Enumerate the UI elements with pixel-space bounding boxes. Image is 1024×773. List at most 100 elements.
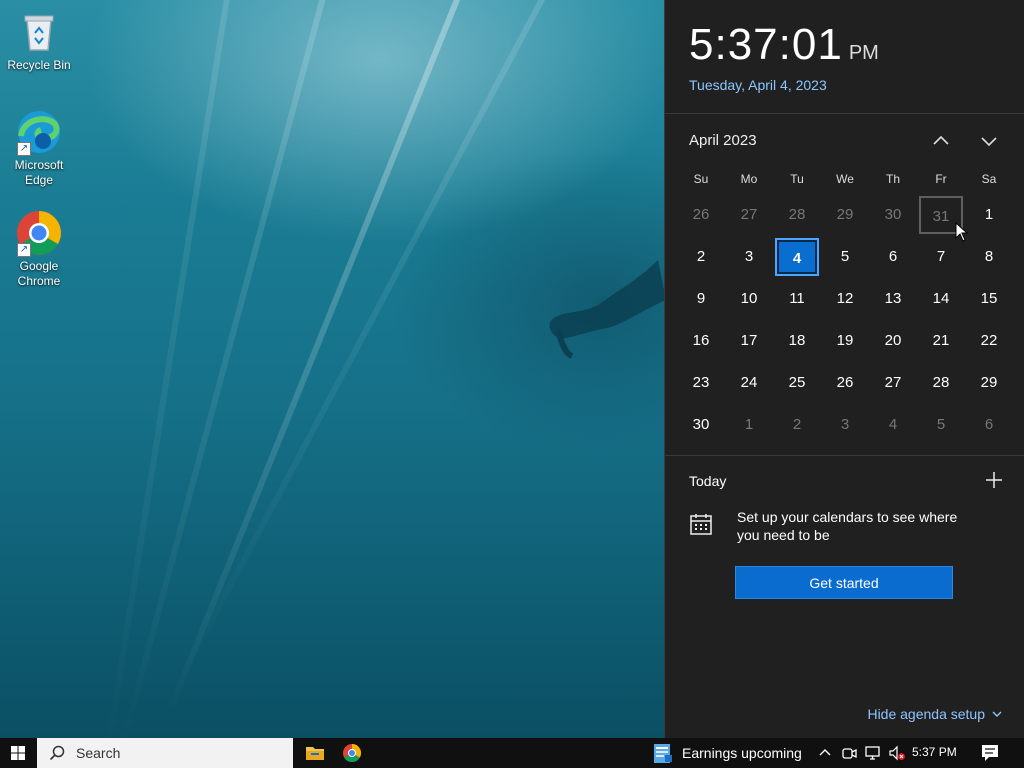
start-button[interactable] bbox=[0, 738, 36, 768]
clock-date[interactable]: Tuesday, April 4, 2023 bbox=[689, 77, 827, 93]
calendar-day[interactable]: 29 bbox=[967, 364, 1011, 402]
calendar-day[interactable]: 26 bbox=[823, 364, 867, 402]
calendar-day[interactable]: 6 bbox=[967, 406, 1011, 444]
calendar-day[interactable]: 8 bbox=[967, 238, 1011, 276]
calendar-day[interactable]: 2 bbox=[775, 406, 819, 444]
clock-time: 5:37:01 bbox=[689, 20, 843, 69]
calendar-day[interactable]: 28 bbox=[775, 196, 819, 234]
shortcut-arrow-icon: ↗ bbox=[17, 243, 31, 257]
clock: 5:37:01 PM Tuesday, April 4, 2023 bbox=[689, 20, 879, 93]
volume-button[interactable] bbox=[888, 744, 906, 762]
calendar-day[interactable]: 17 bbox=[727, 322, 771, 360]
weekday-label: Th bbox=[885, 172, 900, 186]
calendar-day[interactable]: 7 bbox=[919, 238, 963, 276]
calendar-day[interactable]: 23 bbox=[679, 364, 723, 402]
clock-ampm: PM bbox=[848, 42, 879, 64]
calendar-day[interactable]: 3 bbox=[727, 238, 771, 276]
notification-icon bbox=[982, 745, 998, 761]
weekday-label: Mo bbox=[740, 172, 758, 186]
chrome-label: Google Chrome bbox=[17, 259, 61, 288]
calendar-day[interactable]: 29 bbox=[823, 196, 867, 234]
month-label[interactable]: April 2023 bbox=[689, 132, 757, 149]
divider bbox=[665, 113, 1024, 114]
calendar-icon bbox=[689, 512, 713, 536]
network-button[interactable] bbox=[864, 744, 882, 762]
taskbar: Search Earnings upcoming 5:37 PM bbox=[0, 738, 1024, 768]
recycle-bin-icon bbox=[15, 8, 63, 56]
folder-icon bbox=[306, 747, 324, 760]
calendar-day[interactable]: 27 bbox=[871, 364, 915, 402]
show-hidden-icons-button[interactable] bbox=[816, 744, 834, 762]
hide-agenda-setup-link[interactable]: Hide agenda setup bbox=[867, 706, 1003, 723]
meet-now-icon bbox=[842, 748, 857, 759]
chevron-down-icon bbox=[981, 137, 997, 147]
calendar-day[interactable]: 19 bbox=[823, 322, 867, 360]
calendar-day[interactable]: 24 bbox=[727, 364, 771, 402]
edge-label: Microsoft Edge bbox=[14, 158, 64, 187]
hide-agenda-label: Hide agenda setup bbox=[867, 706, 985, 722]
calendar-day[interactable]: 10 bbox=[727, 280, 771, 318]
plus-icon bbox=[986, 472, 1002, 488]
calendar-day[interactable]: 3 bbox=[823, 406, 867, 444]
taskbar-search-box[interactable]: Search bbox=[37, 738, 293, 768]
calendar-day[interactable]: 11 bbox=[775, 280, 819, 318]
calendar-day[interactable]: 27 bbox=[727, 196, 771, 234]
get-started-button[interactable]: Get started bbox=[735, 566, 953, 599]
calendar-day[interactable]: 15 bbox=[967, 280, 1011, 318]
search-icon bbox=[49, 745, 65, 761]
windows-logo-icon bbox=[11, 746, 25, 760]
weekday-label: Fr bbox=[935, 172, 947, 186]
calendar-day[interactable]: 26 bbox=[679, 196, 723, 234]
desktop-icon-recycle-bin[interactable]: Recycle Bin bbox=[2, 8, 76, 73]
meet-now-button[interactable] bbox=[840, 744, 858, 762]
weekday-label: We bbox=[836, 172, 854, 186]
calendar-day[interactable]: 1 bbox=[727, 406, 771, 444]
file-explorer-taskbar-button[interactable] bbox=[303, 741, 327, 765]
action-center-button[interactable] bbox=[978, 743, 1002, 763]
calendar-day[interactable]: 20 bbox=[871, 322, 915, 360]
calendar-flyout: 5:37:01 PM Tuesday, April 4, 2023 April 2… bbox=[664, 0, 1024, 738]
stock-chart-icon bbox=[654, 744, 672, 763]
calendar-day[interactable]: 16 bbox=[679, 322, 723, 360]
calendar-day[interactable]: 30 bbox=[679, 406, 723, 444]
light-ray bbox=[175, 0, 566, 686]
weekday-label: Tu bbox=[790, 172, 804, 186]
calendar-day[interactable]: 18 bbox=[775, 322, 819, 360]
add-event-button[interactable] bbox=[983, 469, 1005, 491]
chevron-down-icon bbox=[991, 707, 1003, 723]
weekday-label: Sa bbox=[981, 172, 997, 186]
desktop-icon-edge[interactable]: ↗ Microsoft Edge bbox=[2, 108, 76, 188]
search-placeholder: Search bbox=[76, 745, 121, 761]
calendar-day[interactable]: 22 bbox=[967, 322, 1011, 360]
calendar-day[interactable]: 25 bbox=[775, 364, 819, 402]
calendar-day[interactable]: 6 bbox=[871, 238, 915, 276]
calendar-day[interactable]: 21 bbox=[919, 322, 963, 360]
calendar-day[interactable]: 30 bbox=[871, 196, 915, 234]
calendar-day[interactable]: 28 bbox=[919, 364, 963, 402]
calendar-day[interactable]: 5 bbox=[919, 406, 963, 444]
calendar-day[interactable]: 12 bbox=[823, 280, 867, 318]
recycle-bin-label: Recycle Bin bbox=[7, 58, 71, 72]
divider bbox=[665, 455, 1024, 456]
calendar-day-today[interactable]: 4 bbox=[775, 238, 819, 276]
calendar-day[interactable]: 1 bbox=[967, 196, 1011, 234]
chrome-taskbar-button[interactable] bbox=[340, 741, 364, 765]
taskbar-clock[interactable]: 5:37 PM bbox=[912, 745, 957, 759]
swimmer-silhouette bbox=[549, 260, 666, 359]
next-month-button[interactable] bbox=[976, 128, 1002, 154]
calendar-day[interactable]: 13 bbox=[871, 280, 915, 318]
volume-muted-icon bbox=[889, 745, 905, 761]
calendar-day[interactable]: 14 bbox=[919, 280, 963, 318]
news-widget-button[interactable]: Earnings upcoming bbox=[650, 738, 810, 768]
calendar-day[interactable]: 9 bbox=[679, 280, 723, 318]
calendar-day[interactable]: 5 bbox=[823, 238, 867, 276]
weekday-label: Su bbox=[693, 172, 709, 186]
chrome-icon bbox=[343, 744, 362, 763]
calendar-day[interactable]: 4 bbox=[871, 406, 915, 444]
light-ray bbox=[101, 0, 236, 738]
news-widget-text: Earnings upcoming bbox=[682, 745, 802, 761]
agenda-title: Today bbox=[689, 473, 727, 489]
desktop-icon-chrome[interactable]: ↗ Google Chrome bbox=[2, 209, 76, 289]
previous-month-button[interactable] bbox=[928, 128, 954, 154]
calendar-day[interactable]: 2 bbox=[679, 238, 723, 276]
